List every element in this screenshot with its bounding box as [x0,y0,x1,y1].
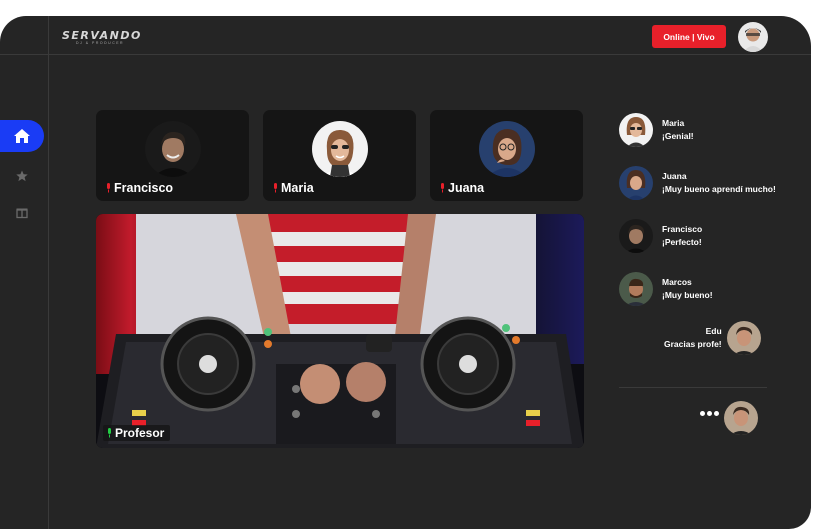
participant-avatar [311,121,368,177]
home-icon [14,129,30,143]
participant-name: Maria [272,181,314,195]
chat-text: ¡Perfecto! [662,237,702,247]
participant-tile-maria[interactable]: Maria [263,110,416,201]
main-video-label: Profesor [103,425,171,441]
chat-message: Marcos ¡Muy bueno! [619,272,713,306]
user-avatar[interactable] [738,22,768,52]
chat-message: Francisco ¡Perfecto! [619,219,702,253]
participant-avatar [144,121,201,177]
app-window: SERVANDO DJ & PRODUCER Online | Vivo Fra… [0,16,811,529]
chat-text: Gracias profe! [664,339,722,349]
participant-name: Juana [439,181,484,195]
mic-icon [107,183,110,193]
chat-text: ¡Muy bueno aprendí mucho! [662,184,776,194]
participant-name: Francisco [105,181,173,195]
participant-avatar [478,121,535,177]
chat-avatar[interactable] [619,166,653,200]
chat-divider [619,387,767,388]
chat-message: Maria ¡Genial! [619,113,694,147]
chat-username: Maria [662,118,685,128]
main-video[interactable]: Profesor [96,214,584,448]
chat-message-own: Edu Gracias profe! [664,321,761,355]
chat-input-avatar[interactable] [724,401,758,435]
chat-text: ¡Muy bueno! [662,290,713,300]
top-bar: SERVANDO DJ & PRODUCER Online | Vivo [0,16,811,55]
participant-tile-francisco[interactable]: Francisco [96,110,249,201]
mic-icon [108,428,111,438]
brand-logo[interactable]: SERVANDO DJ & PRODUCER [62,30,142,46]
chat-text: ¡Genial! [662,131,694,141]
typing-dots-icon [700,411,719,416]
chat-avatar[interactable] [619,219,653,253]
chat-username: Edu [705,326,722,336]
logo-text: SERVANDO [62,29,142,42]
chat-username: Marcos [662,277,692,287]
chat-avatar[interactable] [619,113,653,147]
chat-avatar[interactable] [619,272,653,306]
live-status-button[interactable]: Online | Vivo [652,25,726,48]
sidebar-divider [48,16,49,529]
gift-icon[interactable] [15,205,29,219]
star-icon[interactable] [15,169,29,183]
chat-message: Juana ¡Muy bueno aprendí mucho! [619,166,776,200]
chat-avatar[interactable] [726,321,761,355]
dj-video-frame [96,214,584,448]
chat-username: Francisco [662,224,703,234]
mic-icon [274,183,277,193]
mic-icon [441,183,444,193]
participant-tile-juana[interactable]: Juana [430,110,583,201]
chat-username: Juana [662,171,687,181]
sidebar-item-home[interactable] [0,120,44,152]
